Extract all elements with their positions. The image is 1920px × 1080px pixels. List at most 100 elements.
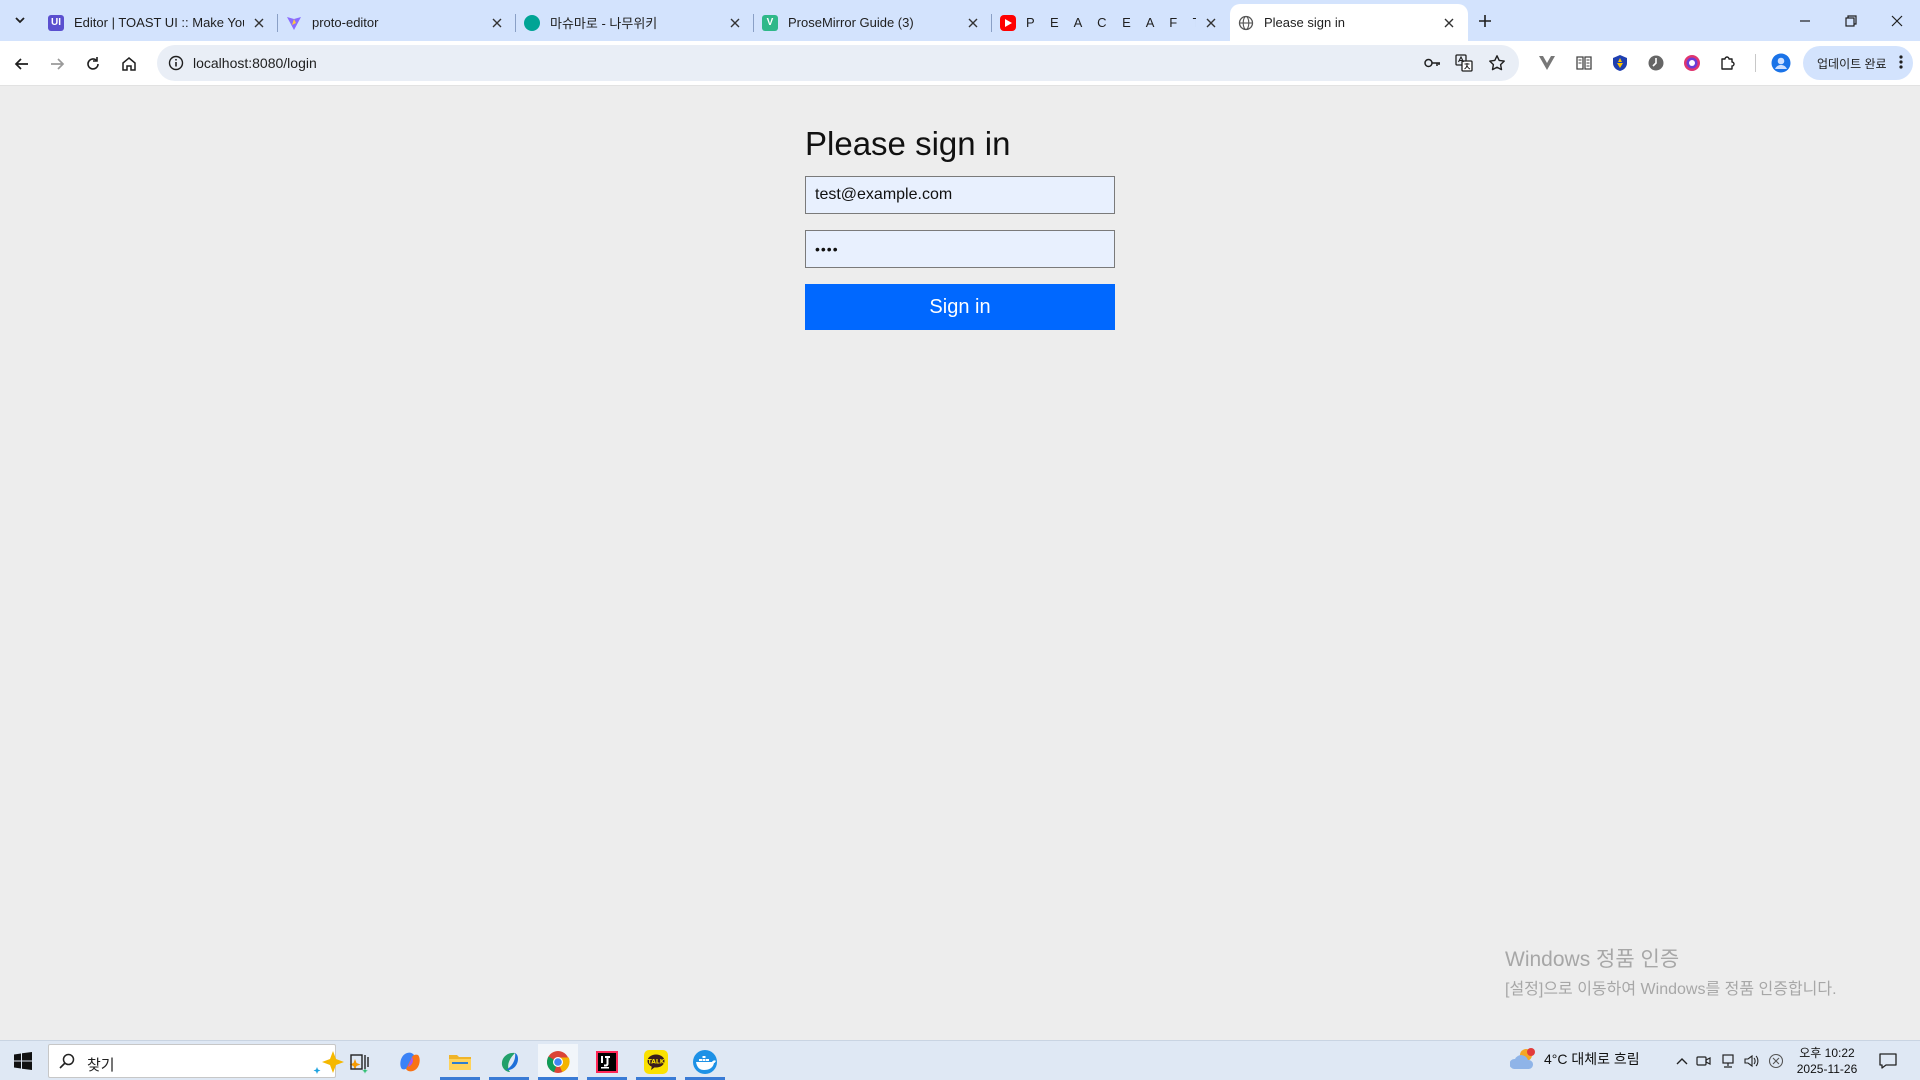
- arrow-right-icon: [51, 58, 65, 70]
- sign-in-form: Please sign in test@example.com •••• Sig…: [805, 120, 1115, 330]
- windows-logo-icon: [14, 1052, 32, 1070]
- watermark-title: Windows 정품 인증: [1505, 948, 1680, 971]
- restore-button[interactable]: [1828, 0, 1874, 41]
- tab-search-button[interactable]: [6, 8, 34, 32]
- youtube-icon: [1000, 14, 1016, 31]
- windows-activation-watermark: Windows 정품 인증 [설정]으로 이동하여 Windows를 정품 인증…: [1505, 943, 1837, 999]
- editor-app[interactable]: [489, 1044, 529, 1080]
- close-icon[interactable]: [1202, 14, 1220, 32]
- tab-title: Please sign in: [1264, 15, 1345, 30]
- key-icon[interactable]: [1421, 52, 1443, 74]
- task-view-icon: [350, 1054, 369, 1070]
- tab-title: Editor | TOAST UI :: Make Your: [74, 15, 244, 30]
- toast-ui-icon: UI: [48, 14, 64, 31]
- task-view-button[interactable]: [340, 1044, 380, 1080]
- tab-title: proto-editor: [312, 15, 379, 30]
- notification-center-button[interactable]: [1876, 1050, 1900, 1072]
- password-input[interactable]: ••••: [805, 230, 1115, 268]
- meet-now-icon[interactable]: [1694, 1051, 1714, 1071]
- start-button[interactable]: [8, 1047, 38, 1075]
- vue-icon: V: [762, 14, 778, 31]
- plus-icon: [1479, 15, 1491, 27]
- update-button-label: 업데이트 완료: [1817, 56, 1887, 71]
- tab-list: UI Editor | TOAST UI :: Make Your proto-…: [40, 4, 1468, 41]
- address-bar[interactable]: localhost:8080/login: [157, 45, 1519, 81]
- more-vert-icon: [1899, 54, 1903, 73]
- watermark-subtitle: [설정]으로 이동하여 Windows를 정품 인증합니다.: [1505, 981, 1837, 998]
- intellij-app[interactable]: [587, 1044, 627, 1080]
- search-icon: [59, 1053, 75, 1074]
- docker-app[interactable]: [685, 1044, 725, 1080]
- restore-icon: [1845, 14, 1857, 27]
- network-icon[interactable]: [1718, 1051, 1738, 1071]
- reload-button[interactable]: [78, 49, 108, 79]
- close-window-button[interactable]: [1874, 0, 1920, 41]
- profile-avatar-icon[interactable]: [1770, 52, 1792, 74]
- taskbar: 찾기 TALK 4°C 대체로 흐림 오후 10:22 2025-11-26: [0, 1040, 1920, 1080]
- tab-please-sign-in[interactable]: Please sign in: [1230, 4, 1468, 41]
- taskbar-search-input[interactable]: 찾기: [48, 1044, 368, 1078]
- tab-strip: UI Editor | TOAST UI :: Make Your proto-…: [0, 0, 1920, 41]
- new-tab-button[interactable]: [1472, 8, 1498, 34]
- vite-icon: [286, 15, 302, 31]
- clock-date: 2025-11-26: [1796, 1062, 1858, 1076]
- page-title: Please sign in: [805, 125, 1011, 162]
- shield-extension-icon[interactable]: [1609, 52, 1631, 74]
- puzzle-icon[interactable]: [1717, 52, 1739, 74]
- tab-namuwiki[interactable]: 마슈마로 - 나무위키: [516, 4, 754, 41]
- star-icon[interactable]: [1486, 52, 1508, 74]
- home-icon: [122, 57, 136, 71]
- close-icon[interactable]: [726, 14, 744, 32]
- arrow-left-icon: [14, 58, 28, 70]
- kakaotalk-icon: TALK: [644, 1050, 668, 1074]
- copilot-app[interactable]: [390, 1044, 430, 1080]
- translate-icon[interactable]: [1453, 52, 1475, 74]
- forward-button[interactable]: [42, 49, 72, 79]
- svg-text:TALK: TALK: [648, 1059, 665, 1066]
- copilot-icon: [400, 1052, 420, 1072]
- close-icon[interactable]: [964, 14, 982, 32]
- chrome-app[interactable]: [538, 1044, 578, 1080]
- reload-icon: [87, 57, 99, 70]
- tab-title: P E A C E A F T E R H O: [1026, 15, 1196, 30]
- dictionary-extension-icon[interactable]: [1573, 52, 1595, 74]
- chrome-icon: [546, 1051, 570, 1073]
- show-hidden-icons-button[interactable]: [1672, 1051, 1692, 1071]
- clock-extension-icon[interactable]: [1645, 52, 1667, 74]
- update-complete-button[interactable]: 업데이트 완료: [1803, 46, 1913, 80]
- close-icon[interactable]: [250, 14, 268, 32]
- file-explorer-app[interactable]: [440, 1044, 480, 1080]
- volume-icon[interactable]: [1742, 1051, 1762, 1071]
- intellij-icon: [596, 1051, 618, 1073]
- notification-icon: [1879, 1053, 1897, 1069]
- color-picker-extension-icon[interactable]: [1681, 52, 1703, 74]
- minimize-icon: [1800, 19, 1810, 22]
- tab-prosemirror-guide[interactable]: V ProseMirror Guide (3): [754, 4, 992, 41]
- globe-icon: [1238, 15, 1254, 31]
- docker-icon: [693, 1050, 717, 1074]
- close-icon[interactable]: [1440, 14, 1458, 32]
- sign-in-button[interactable]: Sign in: [805, 284, 1115, 330]
- home-button[interactable]: [114, 49, 144, 79]
- kakaotalk-app[interactable]: TALK: [636, 1044, 676, 1080]
- minimize-button[interactable]: [1782, 0, 1828, 41]
- weather-text: 4°C 대체로 흐림: [1544, 1051, 1640, 1067]
- username-input[interactable]: test@example.com: [805, 176, 1115, 214]
- back-button[interactable]: [7, 49, 37, 79]
- clock[interactable]: 오후 10:22 2025-11-26: [1782, 1045, 1872, 1077]
- tab-proto-editor[interactable]: proto-editor: [278, 4, 516, 41]
- tab-title: 마슈마로 - 나무위키: [550, 16, 658, 31]
- code-editor-icon: [501, 1052, 518, 1072]
- namuwiki-icon: [524, 14, 540, 31]
- tab-toast-ui[interactable]: UI Editor | TOAST UI :: Make Your: [40, 4, 278, 41]
- search-placeholder: 찾기: [87, 1057, 115, 1074]
- vue-devtools-extension-icon[interactable]: [1536, 52, 1558, 74]
- close-icon[interactable]: [488, 14, 506, 32]
- toolbar-divider: [1755, 54, 1756, 72]
- browser-toolbar: localhost:8080/login 업데이트 완료: [0, 41, 1920, 86]
- site-info-icon[interactable]: [165, 52, 187, 74]
- tab-youtube[interactable]: P E A C E A F T E R H O: [992, 4, 1230, 41]
- weather-widget[interactable]: 4°C 대체로 흐림: [1510, 1047, 1640, 1071]
- url-text[interactable]: localhost:8080/login: [193, 55, 317, 71]
- tab-title: ProseMirror Guide (3): [788, 15, 914, 30]
